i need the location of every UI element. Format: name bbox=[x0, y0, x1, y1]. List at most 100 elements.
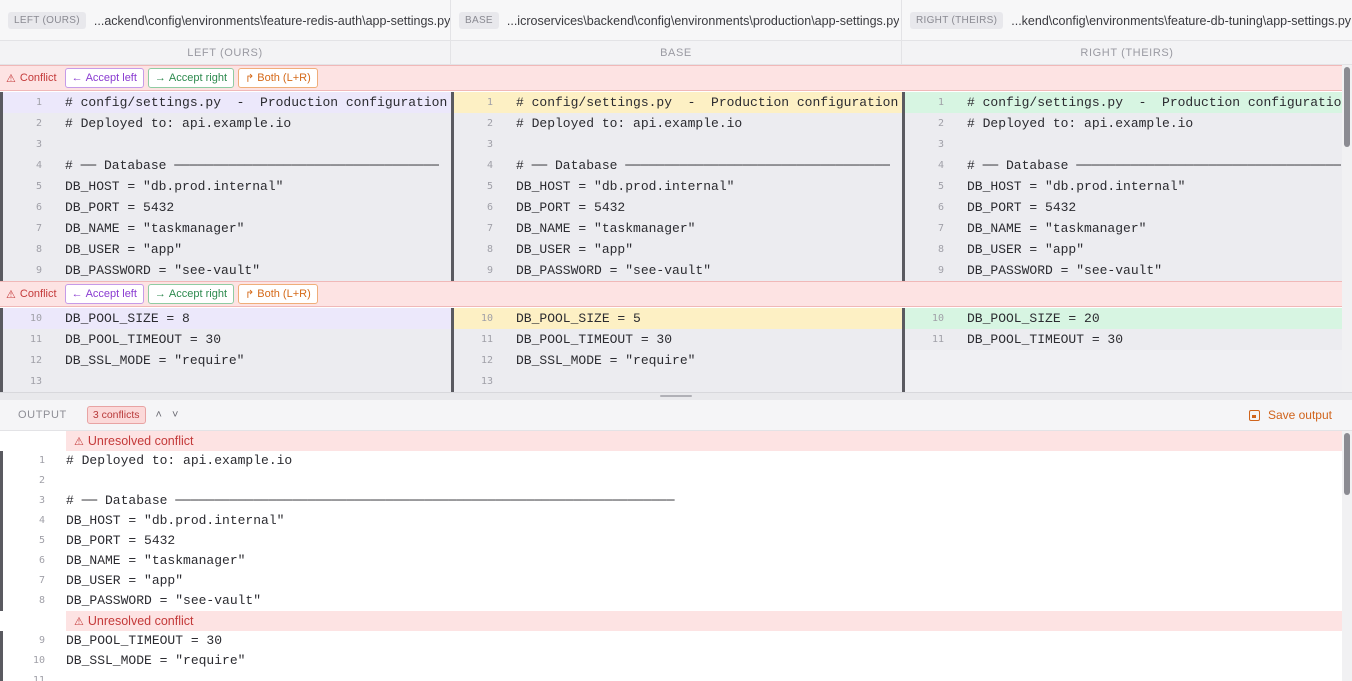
code-text: DB_POOL_TIMEOUT = 30 bbox=[967, 332, 1124, 347]
save-output-button[interactable]: Save output bbox=[1248, 408, 1332, 422]
code-text: DB_NAME = "taskmanager" bbox=[65, 221, 245, 236]
right-pane[interactable]: 10 DB_POOL_SIZE = 20 11 DB_POOL_TIMEOUT = 3… bbox=[902, 308, 1342, 392]
code-text: DB_HOST = "db.prod.internal" bbox=[967, 179, 1186, 194]
output-line: 5 DB_PORT = 5432 bbox=[0, 531, 1342, 551]
code-line: 3 bbox=[902, 134, 1342, 155]
warning-icon: ⚠ bbox=[6, 288, 16, 301]
code-text: # Deployed to: api.example.io bbox=[967, 116, 1194, 131]
code-text: DB_POOL_SIZE = 8 bbox=[65, 311, 190, 326]
line-number: 6 bbox=[451, 197, 502, 218]
base-path-text: ...icroservices\backend\config\environme… bbox=[506, 13, 900, 28]
line-number: 8 bbox=[0, 239, 51, 260]
code-text: DB_POOL_TIMEOUT = 30 bbox=[516, 332, 673, 347]
code-line: 3 bbox=[0, 134, 451, 155]
code-text: # ── Database ──────────────────────────… bbox=[66, 493, 675, 508]
code-text: DB_HOST = "db.prod.internal" bbox=[65, 179, 284, 194]
code-line: 4 # ── Database ─────────────────────────… bbox=[451, 155, 902, 176]
code-line: 7 DB_NAME = "taskmanager" bbox=[451, 218, 902, 239]
line-number: 2 bbox=[902, 113, 953, 134]
line-number: 10 bbox=[451, 308, 502, 329]
line-number: 3 bbox=[0, 134, 51, 155]
prev-conflict-icon[interactable]: ˄ bbox=[156, 409, 162, 421]
line-number: 7 bbox=[0, 571, 51, 591]
unresolved-conflict-banner: ⚠ Unresolved conflict bbox=[66, 431, 1342, 451]
line-number: 9 bbox=[451, 260, 502, 281]
code-line: 9 DB_PASSWORD = "see-vault" bbox=[0, 260, 451, 281]
output-line: 2 bbox=[0, 471, 1342, 491]
accept-left-button[interactable]: ← Accept left bbox=[64, 284, 144, 304]
line-number: 1 bbox=[0, 451, 51, 471]
line-number: 11 bbox=[0, 671, 51, 681]
accept-both-button[interactable]: ↱ Both (L+R) bbox=[238, 284, 318, 304]
column-header-right: RIGHT (THEIRS) bbox=[1080, 47, 1174, 59]
line-number: 2 bbox=[451, 113, 502, 134]
code-text: DB_PASSWORD = "see-vault" bbox=[65, 263, 261, 278]
code-text: DB_NAME = "taskmanager" bbox=[66, 553, 246, 568]
line-number: 4 bbox=[0, 511, 51, 531]
line-number: 10 bbox=[0, 308, 51, 329]
line-number: 11 bbox=[451, 329, 502, 350]
pane-splitter[interactable] bbox=[0, 392, 1352, 400]
base-pane[interactable]: 10 DB_POOL_SIZE = 5 11 DB_POOL_TIMEOUT = 30… bbox=[451, 308, 902, 392]
code-line: 8 DB_USER = "app" bbox=[451, 239, 902, 260]
line-number: 3 bbox=[451, 134, 502, 155]
output-editor[interactable]: ⚠ Unresolved conflict 1 # Deployed to: api… bbox=[0, 431, 1342, 681]
output-scrollbar-thumb[interactable] bbox=[1344, 433, 1350, 495]
accept-right-button[interactable]: → Accept right bbox=[147, 284, 235, 304]
output-scrollbar[interactable] bbox=[1342, 431, 1352, 681]
left-pane[interactable]: 1 # config/settings.py - Production confi… bbox=[0, 92, 451, 281]
code-line: 5 DB_HOST = "db.prod.internal" bbox=[0, 176, 451, 197]
line-number: 5 bbox=[0, 176, 51, 197]
code-line: 13 bbox=[0, 371, 451, 392]
left-path: LEFT (OURS) ...ackend\config\environment… bbox=[0, 0, 451, 41]
accept-left-button[interactable]: ← Accept left bbox=[64, 68, 144, 88]
base-path-tag: BASE bbox=[459, 12, 499, 29]
accept-right-button[interactable]: → Accept right bbox=[147, 68, 235, 88]
code-line: 13 bbox=[451, 371, 902, 392]
code-text: DB_HOST = "db.prod.internal" bbox=[516, 179, 735, 194]
arrow-right-icon: → bbox=[154, 72, 166, 84]
code-line: 4 # ── Database ─────────────────────────… bbox=[0, 155, 451, 176]
code-text: DB_POOL_SIZE = 20 bbox=[967, 311, 1100, 326]
output-line: 10 DB_SSL_MODE = "require" bbox=[0, 651, 1342, 671]
code-line: 2 # Deployed to: api.example.io bbox=[451, 113, 902, 134]
diff-scrollbar-thumb[interactable] bbox=[1344, 67, 1350, 147]
output-line: 8 DB_PASSWORD = "see-vault" bbox=[0, 591, 1342, 611]
right-path-text: ...kend\config\environments\feature-db-t… bbox=[1011, 13, 1352, 28]
line-number: 6 bbox=[902, 197, 953, 218]
code-line: 3 bbox=[451, 134, 902, 155]
code-text: DB_PORT = 5432 bbox=[65, 200, 175, 215]
right-path: RIGHT (THEIRS) ...kend\config\environmen… bbox=[902, 0, 1352, 41]
output-line: 11 bbox=[0, 671, 1342, 681]
next-conflict-icon[interactable]: ˅ bbox=[172, 409, 178, 421]
merge-icon: ↱ bbox=[245, 288, 255, 301]
code-text: DB_USER = "app" bbox=[967, 242, 1085, 257]
code-text: DB_PORT = 5432 bbox=[967, 200, 1077, 215]
right-pane[interactable]: 1 # config/settings.py - Production confi… bbox=[902, 92, 1342, 281]
line-number: 7 bbox=[902, 218, 953, 239]
code-line: 11 DB_POOL_TIMEOUT = 30 bbox=[0, 329, 451, 350]
line-number: 11 bbox=[0, 329, 51, 350]
line-number: 10 bbox=[0, 651, 51, 671]
diff-scrollbar[interactable] bbox=[1342, 65, 1352, 392]
column-header-left: LEFT (OURS) bbox=[0, 41, 451, 64]
left-pane[interactable]: 10 DB_POOL_SIZE = 8 11 DB_POOL_TIMEOUT = 30… bbox=[0, 308, 451, 392]
line-number: 4 bbox=[451, 155, 502, 176]
base-pane[interactable]: 1 # config/settings.py - Production confi… bbox=[451, 92, 902, 281]
code-line: 12 DB_SSL_MODE = "require" bbox=[451, 350, 902, 371]
line-number: 7 bbox=[451, 218, 502, 239]
output-label: OUTPUT bbox=[18, 409, 67, 421]
line-number: 1 bbox=[451, 92, 502, 113]
code-line: 1 # config/settings.py - Production confi… bbox=[0, 92, 451, 113]
line-number: 1 bbox=[0, 92, 51, 113]
accept-both-button[interactable]: ↱ Both (L+R) bbox=[238, 68, 318, 88]
output-block: 1 # Deployed to: api.example.io 2 3 # ── Dat… bbox=[0, 451, 1342, 611]
code-text: # Deployed to: api.example.io bbox=[66, 453, 293, 468]
splitter-grip[interactable] bbox=[660, 395, 692, 397]
code-line: 6 DB_PORT = 5432 bbox=[451, 197, 902, 218]
code-text: # config/settings.py - Production config… bbox=[65, 95, 448, 110]
output-line: 7 DB_USER = "app" bbox=[0, 571, 1342, 591]
